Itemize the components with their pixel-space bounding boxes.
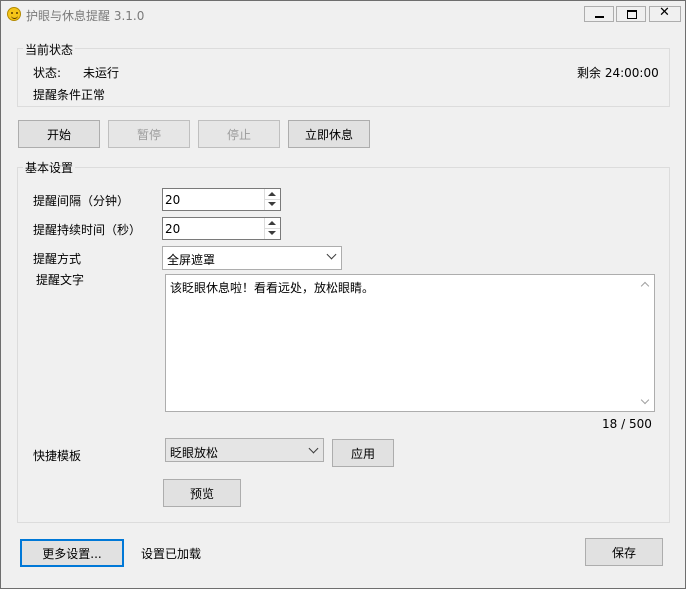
apply-button[interactable]: 应用	[332, 439, 394, 467]
maximize-icon	[627, 10, 637, 19]
close-button[interactable]: ✕	[649, 5, 681, 22]
main-window: 护眼与休息提醒 3.1.0 ✕ 当前状态 状态: 未运行 剩余 24:00:00…	[0, 0, 686, 589]
method-value: 全屏遮罩	[167, 253, 216, 267]
more-settings-button[interactable]: 更多设置...	[20, 539, 124, 567]
status-label: 状态:	[33, 66, 62, 80]
interval-label: 提醒间隔（分钟）	[33, 194, 130, 208]
stop-button[interactable]: 停止	[198, 120, 280, 148]
duration-label: 提醒持续时间（秒）	[33, 223, 142, 237]
interval-stepper[interactable]: 20	[162, 188, 281, 211]
duration-value: 20	[165, 222, 181, 236]
close-icon: ✕	[659, 5, 670, 20]
settings-group-title: 基本设置	[23, 159, 76, 176]
chevron-down-icon	[308, 443, 319, 454]
chevron-down-icon	[326, 249, 337, 260]
spin-up-icon[interactable]	[268, 192, 276, 196]
scroll-down-icon[interactable]	[640, 395, 650, 405]
spin-down-icon[interactable]	[268, 202, 276, 206]
template-label: 快捷模板	[33, 449, 82, 463]
status-value: 未运行	[83, 66, 120, 80]
scrollbar[interactable]	[637, 275, 654, 411]
text-label: 提醒文字	[36, 273, 85, 287]
maximize-button[interactable]	[616, 6, 646, 22]
smiley-icon	[7, 7, 21, 21]
reminder-text: 该眨眼休息啦！看看远处，放松眼睛。	[170, 281, 375, 295]
preview-button[interactable]: 预览	[163, 479, 241, 507]
reminder-text-area[interactable]: 该眨眼休息啦！看看远处，放松眼睛。	[165, 274, 655, 412]
spin-down-icon[interactable]	[268, 231, 276, 235]
pause-button[interactable]: 暂停	[108, 120, 190, 148]
start-button[interactable]: 开始	[18, 120, 100, 148]
spin-up-icon[interactable]	[268, 221, 276, 225]
rest-now-button[interactable]: 立即休息	[288, 120, 370, 148]
interval-value: 20	[165, 193, 181, 207]
minimize-icon	[595, 16, 604, 18]
method-select[interactable]: 全屏遮罩	[162, 246, 342, 270]
remaining-time: 剩余 24:00:00	[577, 66, 659, 80]
char-count: 18 / 500	[602, 417, 652, 431]
title-bar: 护眼与休息提醒 3.1.0 ✕	[1, 1, 685, 30]
duration-stepper[interactable]: 20	[162, 217, 281, 240]
condition-status: 提醒条件正常	[33, 88, 106, 102]
template-select[interactable]: 眨眼放松	[165, 438, 324, 462]
scroll-up-icon[interactable]	[640, 281, 650, 291]
status-group-title: 当前状态	[23, 41, 76, 58]
template-value: 眨眼放松	[170, 446, 219, 460]
minimize-button[interactable]	[584, 6, 614, 22]
footer-status: 设置已加载	[141, 547, 202, 561]
method-label: 提醒方式	[33, 252, 82, 266]
window-title: 护眼与休息提醒 3.1.0	[26, 9, 145, 23]
save-button[interactable]: 保存	[585, 538, 663, 566]
